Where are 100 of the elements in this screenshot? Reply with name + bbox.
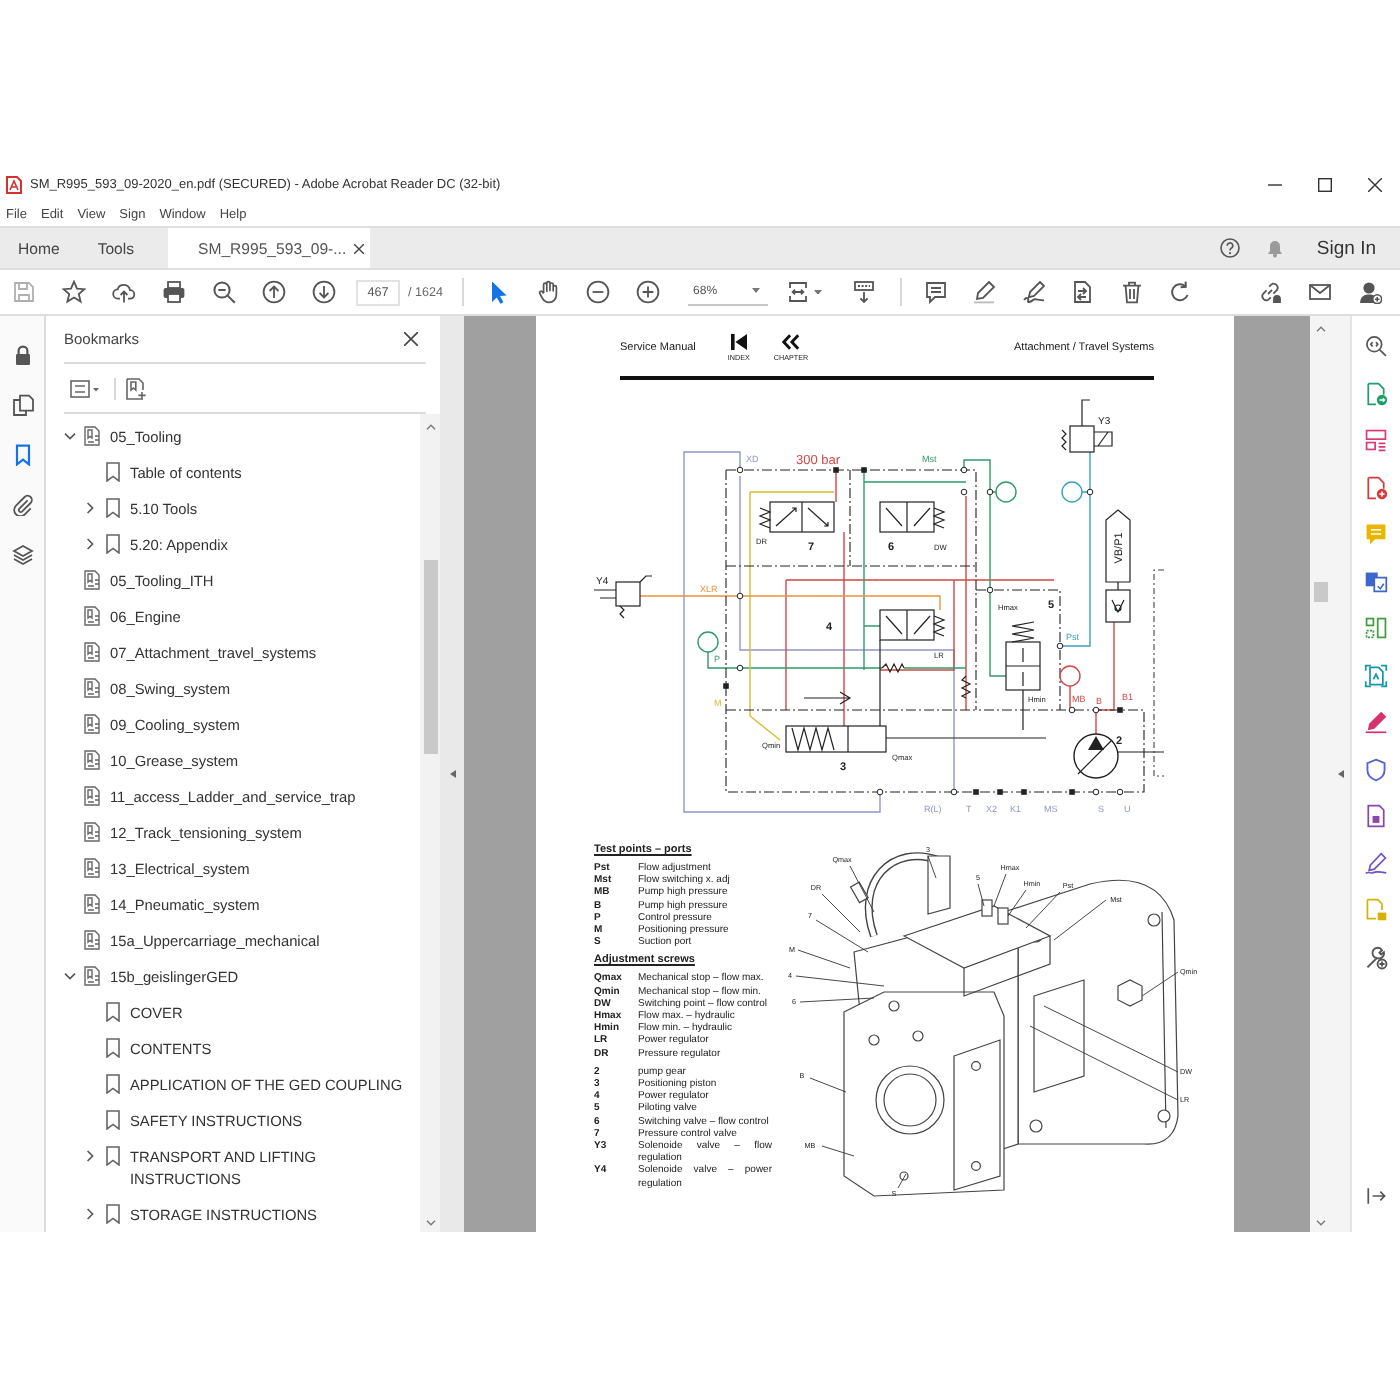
test-port-icon <box>1061 481 1083 503</box>
leader-line <box>927 855 937 879</box>
mail-icon[interactable] <box>1308 280 1332 304</box>
bookmark-page-icon <box>84 714 102 734</box>
document-arrow-icon[interactable] <box>1364 381 1388 405</box>
leader-line <box>799 997 875 1003</box>
document-arrows-icon[interactable] <box>1070 280 1095 304</box>
combine-files-icon[interactable] <box>1364 569 1388 593</box>
sign-in-button[interactable]: Sign In <box>1316 237 1376 259</box>
wrench-plus-icon[interactable] <box>1364 945 1388 969</box>
bookmark-page-icon <box>84 858 102 878</box>
rotate-icon[interactable] <box>1168 280 1193 304</box>
close-icon[interactable] <box>354 243 365 253</box>
bookmark-page-icon <box>84 606 102 626</box>
highlighter-icon[interactable] <box>972 280 997 304</box>
scroll-up-icon[interactable] <box>1315 326 1325 332</box>
bookmark-page-icon <box>84 750 102 770</box>
document-icon[interactable] <box>1364 804 1388 828</box>
organize-pages-icon[interactable] <box>1364 616 1388 640</box>
layers-icon[interactable] <box>11 544 33 566</box>
double-chevron-left-icon[interactable] <box>782 334 800 350</box>
leader-line <box>977 883 985 907</box>
scrollbar-thumb[interactable] <box>1313 582 1327 602</box>
test-port-icon <box>995 481 1017 503</box>
cloud-upload-icon[interactable] <box>112 280 136 304</box>
bookmark-icon[interactable] <box>11 444 33 466</box>
trash-icon[interactable] <box>1119 280 1144 304</box>
print-icon[interactable] <box>162 280 186 304</box>
close-icon[interactable] <box>404 332 418 346</box>
minimize-icon[interactable] <box>1268 178 1282 192</box>
leader-line <box>1043 1005 1179 1073</box>
pump-symbol <box>1073 733 1165 779</box>
hand-icon[interactable] <box>535 280 560 304</box>
paperclip-icon[interactable] <box>11 494 33 516</box>
up-arrow-icon[interactable] <box>262 280 286 304</box>
chevron-down-icon[interactable] <box>64 970 76 982</box>
bookmark-page-icon <box>84 786 102 806</box>
port-icon <box>1092 706 1100 714</box>
leader-line <box>821 1145 855 1157</box>
scroll-down-icon[interactable] <box>425 1220 435 1226</box>
port-icon <box>960 488 968 496</box>
pdf-file-icon <box>6 176 22 194</box>
collapse-arrow-icon[interactable] <box>1337 770 1343 778</box>
document-plus-icon[interactable] <box>1364 475 1388 499</box>
leader-line <box>897 1173 907 1189</box>
fit-page-icon[interactable] <box>785 280 810 304</box>
zoom-out-icon[interactable] <box>585 280 610 304</box>
layout-icon[interactable] <box>1364 428 1388 452</box>
chevron-down-icon[interactable] <box>64 430 76 442</box>
scroll-up-icon[interactable] <box>425 424 435 430</box>
chevron-right-icon[interactable] <box>84 502 96 514</box>
coupling-icon <box>723 683 729 689</box>
port-icon <box>736 466 744 474</box>
link-icon[interactable] <box>1258 280 1282 304</box>
add-user-icon[interactable] <box>1358 280 1382 304</box>
coupling-icon <box>973 789 979 795</box>
list-options-icon[interactable] <box>70 379 100 397</box>
signature-icon[interactable] <box>1021 280 1046 304</box>
port-icon <box>986 586 994 594</box>
pages-icon[interactable] <box>11 394 33 416</box>
coupling-icon <box>1117 707 1123 713</box>
port-icon <box>736 664 744 672</box>
star-icon[interactable] <box>62 280 86 304</box>
valve-symbol <box>879 609 946 641</box>
coupling-icon <box>861 467 867 473</box>
maximize-icon[interactable] <box>1318 178 1332 192</box>
bookmark-page-icon <box>84 678 102 698</box>
search-icon[interactable] <box>1364 334 1388 358</box>
port-icon <box>1056 642 1064 650</box>
chevron-right-icon[interactable] <box>84 1150 96 1162</box>
help-icon[interactable] <box>1220 238 1241 258</box>
search-icon[interactable] <box>212 280 236 304</box>
spring-symbol <box>960 675 972 699</box>
port-icon <box>736 592 744 600</box>
coupling-icon <box>833 467 839 473</box>
port-icon <box>1068 706 1076 714</box>
scan-document-icon[interactable] <box>1364 663 1388 687</box>
scroll-down-icon[interactable] <box>1315 1220 1325 1226</box>
shield-icon[interactable] <box>1364 757 1388 781</box>
lock-icon[interactable] <box>11 344 33 366</box>
caret-icon[interactable] <box>813 289 822 295</box>
chevron-right-icon[interactable] <box>84 538 96 550</box>
add-bookmark-icon[interactable] <box>126 377 146 399</box>
leader-line <box>809 1077 847 1093</box>
comment-icon[interactable] <box>923 280 948 304</box>
signature-icon[interactable] <box>1364 851 1388 875</box>
pen-icon[interactable] <box>1364 710 1388 734</box>
collapse-panel-icon[interactable] <box>1364 1184 1388 1208</box>
collapse-arrow-icon[interactable] <box>449 770 455 778</box>
chevron-right-icon[interactable] <box>84 1208 96 1220</box>
close-icon[interactable] <box>1368 178 1382 192</box>
skip-back-icon[interactable] <box>729 334 748 350</box>
coupling-icon <box>1021 789 1027 795</box>
down-arrow-icon[interactable] <box>312 280 336 304</box>
lever-symbol <box>803 639 881 727</box>
scrollbar-thumb[interactable] <box>423 560 437 754</box>
bookmark-page-icon <box>84 822 102 842</box>
zoom-in-icon[interactable] <box>635 280 660 304</box>
bookmark-page-icon <box>84 570 102 590</box>
scroll-mode-icon[interactable] <box>851 280 876 304</box>
